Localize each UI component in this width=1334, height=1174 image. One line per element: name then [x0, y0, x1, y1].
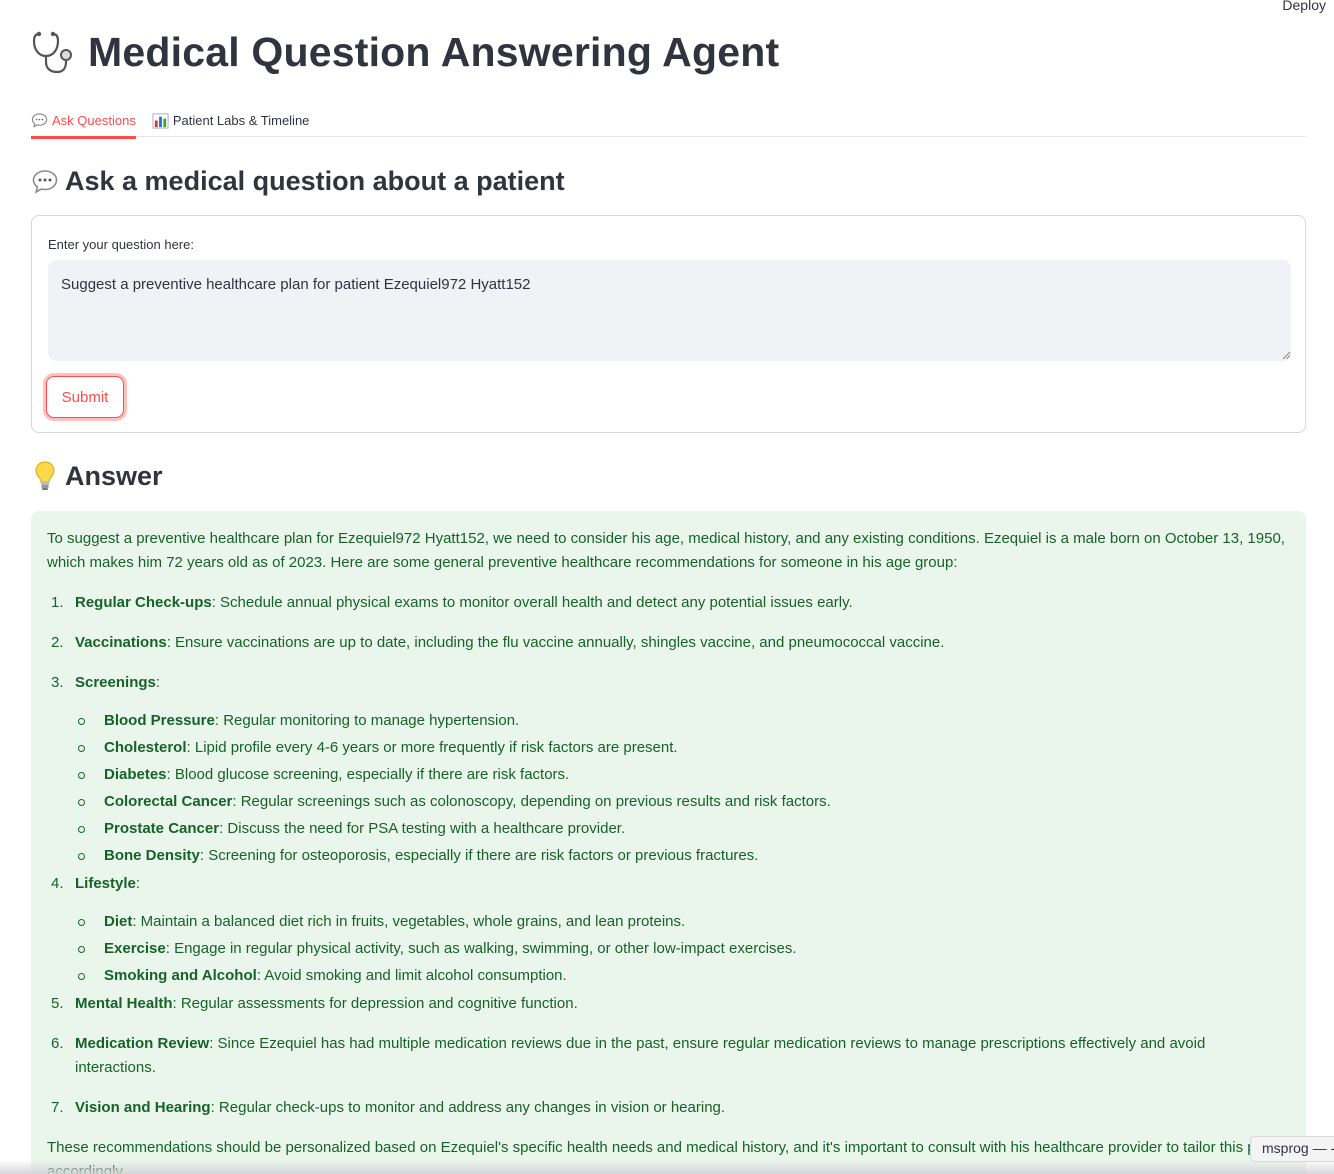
sub-item-text: : Regular screenings such as colonoscopy…	[232, 793, 831, 810]
list-item: 3. Screenings: Blood Pressure: Regular m…	[47, 671, 1290, 868]
item-title: Screenings	[75, 674, 156, 691]
item-text: : Since Ezequiel has had multiple medica…	[75, 1035, 1206, 1076]
speech-bubble-icon	[32, 169, 58, 194]
ask-section-heading: Ask a medical question about a patient	[31, 166, 565, 197]
sub-item-title: Prostate Cancer	[104, 820, 220, 837]
sub-item-text: : Regular monitoring to manage hypertens…	[214, 712, 520, 729]
list-item: 7. Vision and Hearing: Regular check-ups…	[47, 1096, 1290, 1120]
page-title: Medical Question Answering Agent	[30, 28, 779, 76]
tab-patient-labs-timeline[interactable]: Patient Labs & Timeline	[152, 103, 310, 137]
list-item: 4. Lifestyle: Diet: Maintain a balanced …	[47, 872, 1290, 988]
sub-item-title: Cholesterol	[104, 739, 187, 756]
light-bulb-icon	[35, 461, 55, 490]
sub-item-title: Blood Pressure	[104, 712, 215, 729]
item-title: Vision and Hearing	[75, 1099, 211, 1116]
item-title: Regular Check-ups	[75, 594, 212, 611]
item-text: : Schedule annual physical exams to moni…	[211, 594, 853, 611]
item-text: : Regular check-ups to monitor and addre…	[210, 1099, 726, 1116]
item-text: : Ensure vaccinations are up to date, in…	[166, 634, 945, 651]
sub-item-title: Diabetes	[104, 766, 167, 783]
sub-item-title: Bone Density	[104, 847, 200, 864]
sub-list-item: Bone Density: Screening for osteoporosis…	[75, 844, 1290, 868]
sub-item-text: : Lipid profile every 4-6 years or more …	[186, 739, 678, 756]
sub-list-item: Diet: Maintain a balanced diet rich in f…	[75, 910, 1290, 934]
list-number: 4.	[51, 875, 64, 892]
list-number: 6.	[51, 1035, 64, 1052]
ask-section-title: Ask a medical question about a patient	[65, 166, 565, 196]
sub-list-item: Cholesterol: Lipid profile every 4-6 yea…	[75, 736, 1290, 760]
submit-button[interactable]: Submit	[46, 376, 124, 418]
taskbar-item-msprog[interactable]: msprog — -	[1250, 1136, 1334, 1162]
tab-ask-questions[interactable]: Ask Questions	[31, 103, 136, 139]
resize-handle-icon[interactable]	[1282, 351, 1291, 360]
bottom-shadow	[0, 1160, 1334, 1174]
sub-item-title: Colorectal Cancer	[104, 793, 233, 810]
list-item: 2. Vaccinations: Ensure vaccinations are…	[47, 631, 1290, 655]
sub-item-text: : Discuss the need for PSA testing with …	[219, 820, 626, 837]
item-text: :	[135, 875, 141, 892]
sub-list-item: Prostate Cancer: Discuss the need for PS…	[75, 817, 1290, 841]
page-title-text: Medical Question Answering Agent	[88, 28, 780, 75]
sub-list-item: Exercise: Engage in regular physical act…	[75, 937, 1290, 961]
list-item: 1. Regular Check-ups: Schedule annual ph…	[47, 591, 1290, 615]
recommendation-list: 1. Regular Check-ups: Schedule annual ph…	[47, 591, 1290, 1120]
list-item: 5. Mental Health: Regular assessments fo…	[47, 992, 1290, 1016]
deploy-button[interactable]: Deploy	[1282, 0, 1326, 13]
item-title: Vaccinations	[75, 634, 167, 651]
list-item: 6. Medication Review: Since Ezequiel has…	[47, 1032, 1290, 1080]
list-number: 3.	[51, 674, 64, 691]
sub-list-item: Smoking and Alcohol: Avoid smoking and l…	[75, 964, 1290, 988]
list-number: 2.	[51, 634, 64, 651]
list-number: 1.	[51, 594, 64, 611]
answer-section-heading: Answer	[31, 460, 163, 492]
item-title: Medication Review	[75, 1035, 210, 1052]
speech-bubble-icon	[31, 112, 48, 128]
sub-item-text: : Maintain a balanced diet rich in fruit…	[132, 913, 686, 930]
answer-intro: To suggest a preventive healthcare plan …	[47, 530, 1285, 571]
answer-section-title: Answer	[65, 460, 163, 491]
tab-label: Patient Labs & Timeline	[172, 112, 310, 128]
question-textarea[interactable]: Suggest a preventive healthcare plan for…	[48, 260, 1291, 361]
sub-item-text: : Blood glucose screening, especially if…	[166, 766, 570, 783]
sub-item-text: : Screening for osteoporosis, especially…	[199, 847, 759, 864]
question-label: Enter your question here:	[48, 237, 194, 252]
tab-label: Ask Questions	[52, 112, 136, 128]
answer-panel: To suggest a preventive healthcare plan …	[31, 511, 1306, 1174]
sub-item-text: : Engage in regular physical activity, s…	[165, 940, 797, 957]
sub-list-item: Colorectal Cancer: Regular screenings su…	[75, 790, 1290, 814]
item-title: Lifestyle	[75, 875, 136, 892]
list-number: 7.	[51, 1099, 64, 1116]
sub-list-item: Blood Pressure: Regular monitoring to ma…	[75, 709, 1290, 733]
item-text: : Regular assessments for depression and…	[172, 995, 578, 1012]
item-title: Mental Health	[75, 995, 173, 1012]
list-number: 5.	[51, 995, 64, 1012]
sub-item-text: : Avoid smoking and limit alcohol consum…	[256, 967, 567, 984]
bar-chart-icon	[152, 113, 169, 128]
question-form: Enter your question here: Suggest a prev…	[31, 215, 1306, 433]
sub-item-title: Smoking and Alcohol	[104, 967, 257, 984]
sub-list-item: Diabetes: Blood glucose screening, espec…	[75, 763, 1290, 787]
sub-item-title: Exercise	[104, 940, 166, 957]
sub-list: Diet: Maintain a balanced diet rich in f…	[75, 910, 1290, 988]
stethoscope-icon	[32, 31, 72, 74]
sub-list: Blood Pressure: Regular monitoring to ma…	[75, 709, 1290, 868]
tab-bar: Ask Questions Patient Labs & Timeline	[31, 103, 1306, 139]
item-text: :	[155, 674, 161, 691]
sub-item-title: Diet	[104, 913, 133, 930]
